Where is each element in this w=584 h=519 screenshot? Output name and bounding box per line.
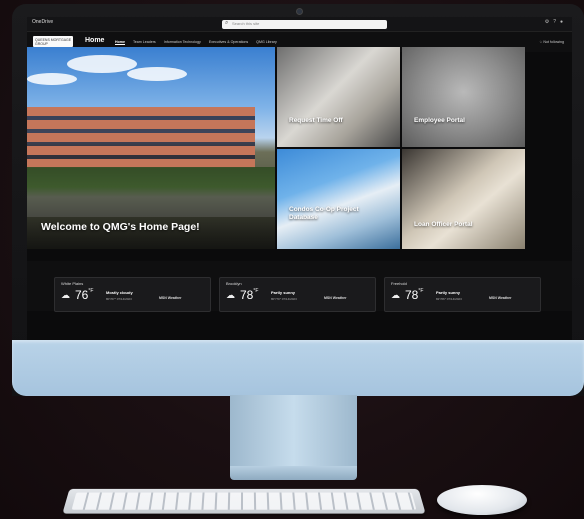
hero-welcome-label: Welcome to QMG's Home Page! bbox=[41, 221, 200, 233]
cloud-icon: ☁ bbox=[61, 290, 70, 300]
weather-hilo: 80°/70° 07/14/2023 bbox=[271, 297, 297, 301]
cloud-decoration bbox=[67, 55, 137, 73]
weather-temp: 78°F bbox=[405, 288, 424, 302]
avatar-icon[interactable]: ● bbox=[560, 19, 567, 25]
weather-card-white-plains[interactable]: White Plains ☁ 76°F Mostly cloudy 80°/67… bbox=[54, 277, 211, 312]
nav-link-qmg-library[interactable]: QMG Library bbox=[256, 40, 277, 44]
keyboard bbox=[62, 488, 426, 514]
cloud-icon: ☁ bbox=[391, 290, 400, 300]
weather-card-brooklyn[interactable]: Brooklyn ☁ 78°F Partly sunny 80°/70° 07/… bbox=[219, 277, 376, 312]
cloud-decoration bbox=[127, 67, 187, 81]
logo-text: QUEENS MORTGAGE GROUP bbox=[35, 38, 72, 46]
weather-hilo: 80°/67° 07/14/2023 bbox=[106, 297, 132, 301]
site-logo[interactable]: QUEENS MORTGAGE GROUP bbox=[33, 36, 73, 47]
tile-label: Condos Co-Op Project Database bbox=[289, 206, 359, 221]
weather-temp: 76°F bbox=[75, 288, 94, 302]
hero-tiles: Welcome to QMG's Home Page! Request Time… bbox=[27, 47, 525, 249]
follow-button[interactable]: ☆ Not following bbox=[539, 40, 564, 44]
topbar-icons: ⚙?● bbox=[545, 19, 567, 25]
keyboard-keys bbox=[71, 492, 417, 510]
search-input[interactable]: ⌕ Search this site bbox=[222, 20, 387, 29]
help-icon[interactable]: ? bbox=[553, 19, 560, 25]
mouse bbox=[437, 485, 527, 515]
weather-condition: Partly sunny bbox=[436, 290, 461, 295]
tile-label: Request Time Off bbox=[289, 117, 343, 124]
weather-source: MSN Weather bbox=[324, 296, 347, 300]
weather-city: White Plains bbox=[61, 281, 84, 286]
nav-link-team-leaders[interactable]: Team Leaders bbox=[133, 40, 156, 44]
nav-link-executives-operations[interactable]: Executives & Operations bbox=[209, 40, 248, 44]
tile-request-time-off[interactable]: Request Time Off bbox=[277, 47, 400, 147]
weather-card-freehold[interactable]: Freehold ☁ 78°F Partly sunny 82°/66° 07/… bbox=[384, 277, 541, 312]
weather-condition: Mostly cloudy bbox=[106, 290, 133, 295]
monitor-stand bbox=[230, 395, 357, 468]
weather-source: MSN Weather bbox=[489, 296, 512, 300]
site-title[interactable]: Home bbox=[85, 37, 104, 44]
weather-source: MSN Weather bbox=[159, 296, 182, 300]
camera-icon bbox=[296, 8, 303, 15]
system-top-bar: OneDrive ⌕ Search this site ⚙?● bbox=[27, 17, 572, 32]
tile-label: Loan Officer Portal bbox=[414, 221, 473, 228]
weather-section: White Plains ☁ 76°F Mostly cloudy 80°/67… bbox=[27, 261, 572, 312]
nav-links: Home Team Leaders Information Technology… bbox=[115, 40, 284, 45]
weather-city: Freehold bbox=[391, 281, 407, 286]
monitor-stand-base bbox=[230, 466, 357, 480]
cloud-icon: ☁ bbox=[226, 290, 235, 300]
cloud-decoration bbox=[27, 73, 77, 85]
building-image bbox=[27, 107, 267, 175]
weather-hilo: 82°/66° 07/14/2023 bbox=[436, 297, 462, 301]
tile-employee-portal[interactable]: Employee Portal bbox=[402, 47, 525, 147]
nav-link-home[interactable]: Home bbox=[115, 40, 125, 45]
search-placeholder: Search this site bbox=[232, 21, 260, 26]
parking-lot-image bbox=[27, 167, 275, 217]
tile-condos-coop-database[interactable]: Condos Co-Op Project Database bbox=[277, 149, 400, 249]
hero-tile-welcome[interactable]: Welcome to QMG's Home Page! bbox=[27, 47, 275, 249]
weather-city: Brooklyn bbox=[226, 281, 242, 286]
nav-link-information-technology[interactable]: Information Technology bbox=[164, 40, 201, 44]
tile-label: Employee Portal bbox=[414, 117, 465, 124]
search-icon: ⌕ bbox=[225, 20, 229, 26]
weather-condition: Partly sunny bbox=[271, 290, 296, 295]
gear-icon[interactable]: ⚙ bbox=[545, 19, 553, 25]
tile-loan-officer-portal[interactable]: Loan Officer Portal bbox=[402, 149, 525, 249]
weather-temp: 78°F bbox=[240, 288, 259, 302]
monitor-chin bbox=[12, 340, 584, 396]
app-name[interactable]: OneDrive bbox=[32, 19, 53, 25]
